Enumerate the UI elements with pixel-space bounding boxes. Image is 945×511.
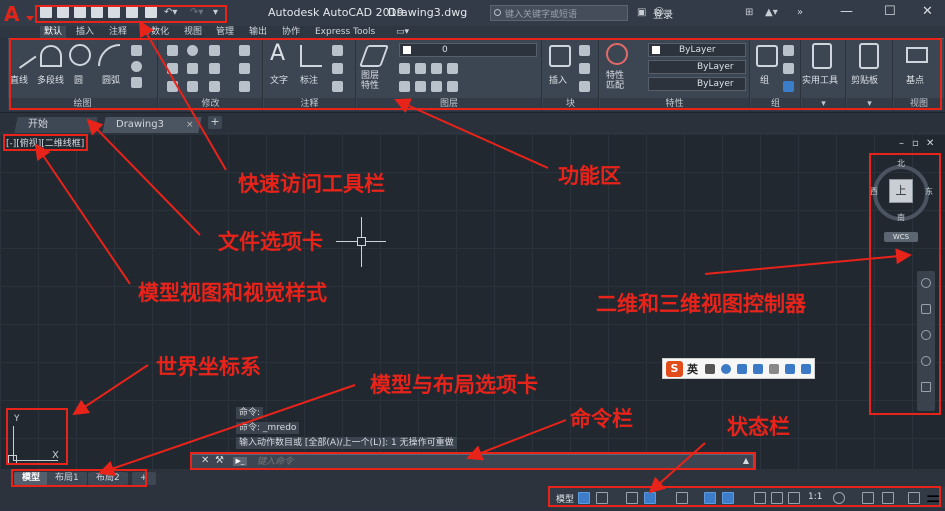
- annotation-quick-access: 快速访问工具栏: [238, 172, 385, 196]
- minimize-icon[interactable]: —: [840, 4, 853, 19]
- highlight-ucs: [6, 408, 68, 465]
- tab-express-tools[interactable]: Express Tools: [311, 26, 379, 38]
- crosshair-pickbox: [357, 237, 366, 246]
- maximize-icon[interactable]: ☐: [884, 4, 896, 19]
- search-icon: [494, 9, 501, 16]
- annotation-command-bar: 命令栏: [570, 407, 633, 431]
- skin-icon[interactable]: [785, 364, 795, 374]
- highlight-viewcube: [869, 153, 941, 415]
- tab-view[interactable]: 视图: [180, 26, 206, 38]
- close-icon[interactable]: ✕: [922, 4, 933, 19]
- annotation-model-view: 模型视图和视觉样式: [138, 281, 327, 305]
- tab-annotate[interactable]: 注释: [105, 26, 131, 38]
- tab-output[interactable]: 输出: [245, 26, 271, 38]
- sogou-logo-icon[interactable]: S: [666, 361, 683, 377]
- annotation-viewcube: 二维和三维视图控制器: [596, 292, 806, 316]
- app-logo-letter: A: [4, 2, 20, 26]
- viewport-restore-icon[interactable]: ▫: [912, 138, 919, 149]
- tab-manage[interactable]: 管理: [212, 26, 238, 38]
- file-tab-start-label: 开始: [28, 119, 48, 130]
- user-center-icon[interactable]: [769, 364, 779, 374]
- login-button[interactable]: 登录: [653, 6, 673, 21]
- emoji-icon[interactable]: [721, 364, 731, 374]
- tab-home[interactable]: 默认: [40, 26, 67, 38]
- search-input[interactable]: 键入关键字或短语: [490, 5, 628, 21]
- file-tab-drawing3[interactable]: Drawing3 ×: [102, 117, 202, 133]
- file-tab-bar: 开始 Drawing3 ×: [0, 112, 945, 133]
- highlight-layout-tabs: [11, 469, 147, 487]
- app-title: Autodesk AutoCAD 2019: [268, 6, 404, 19]
- annotation-file-tabs: 文件选项卡: [218, 230, 323, 254]
- command-history-line: 输入动作数目或 [全部(A)/上一个(L)]: 1 无操作可重做: [236, 437, 457, 449]
- command-history-line: 命令:: [236, 407, 264, 419]
- highlight-status-bar: [548, 486, 941, 507]
- annotation-layout: 模型与布局选项卡: [370, 373, 538, 397]
- search-placeholder: 键入关键字或短语: [505, 10, 578, 20]
- new-tab-button[interactable]: +: [208, 116, 222, 129]
- autodesk-a360-icon[interactable]: ▲▾: [765, 7, 778, 18]
- command-history-line: 命令: _mredo: [236, 422, 300, 434]
- tab-parametric[interactable]: 参数化: [138, 26, 173, 38]
- help-icon[interactable]: »: [797, 7, 803, 18]
- tab-close-icon[interactable]: ×: [186, 117, 194, 133]
- ime-toolbar: S 英: [662, 358, 815, 379]
- highlight-view-controls: [3, 134, 88, 151]
- tab-collaborate[interactable]: 协作: [278, 26, 304, 38]
- punctuation-icon[interactable]: [705, 364, 715, 374]
- toolbox-icon[interactable]: [801, 364, 811, 374]
- highlight-command-bar: [190, 452, 756, 470]
- document-title: Drawing3.dwg: [388, 6, 468, 19]
- file-tab-start[interactable]: 开始: [14, 117, 98, 133]
- annotation-ucs: 世界坐标系: [156, 355, 261, 379]
- annotation-ribbon: 功能区: [558, 164, 621, 188]
- binoculars-icon[interactable]: ▣: [637, 7, 646, 18]
- keyboard-icon[interactable]: [753, 364, 763, 374]
- ribbon-minimize-icon[interactable]: ▭▾: [392, 26, 413, 38]
- highlight-quick-access: [35, 5, 227, 23]
- annotation-status-bar: 状态栏: [727, 415, 790, 439]
- file-tab-drawing3-label: Drawing3: [116, 119, 164, 130]
- voice-icon[interactable]: [737, 364, 747, 374]
- viewport-close-icon[interactable]: ✕: [926, 138, 934, 149]
- app-menu-button[interactable]: A: [4, 2, 34, 26]
- cart-icon[interactable]: ⊞: [745, 7, 753, 18]
- highlight-ribbon: [9, 38, 942, 110]
- tab-insert[interactable]: 插入: [72, 26, 98, 38]
- viewport-minimize-icon[interactable]: –: [899, 138, 904, 149]
- ribbon-tab-bar: 默认 插入 注释 参数化 视图 管理 输出 协作 Express Tools ▭…: [0, 26, 945, 38]
- ime-language-toggle[interactable]: 英: [687, 361, 698, 377]
